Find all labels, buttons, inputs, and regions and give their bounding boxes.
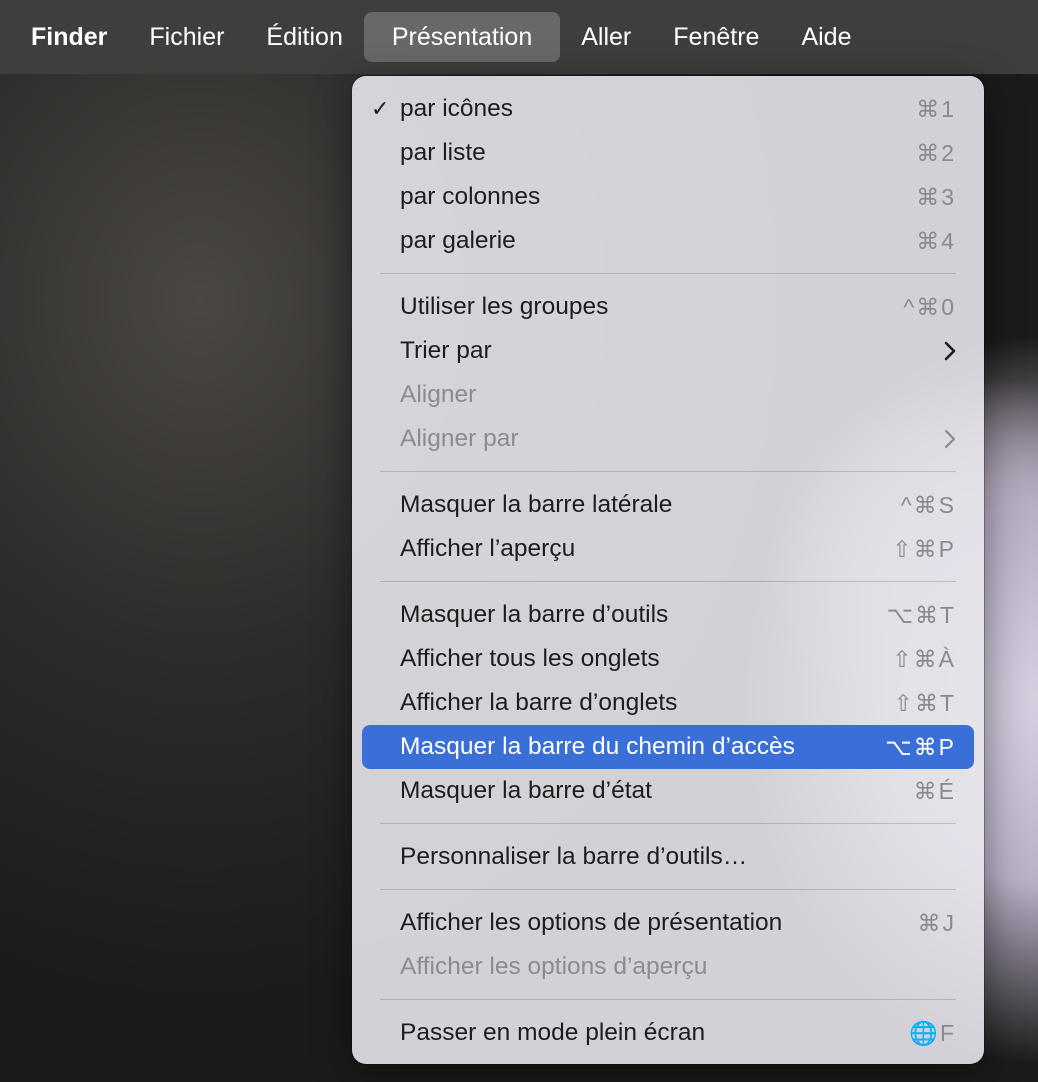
menu-item-label: Personnaliser la barre d’outils…	[400, 843, 748, 870]
menu-item-par-icones[interactable]: ✓ par icônes ⌘1	[362, 87, 974, 131]
menu-item-label: par galerie	[400, 227, 516, 254]
menu-item-label: Afficher la barre d’onglets	[400, 689, 678, 716]
menu-separator	[380, 273, 956, 274]
menu-item-afficher-apercu[interactable]: Afficher l’aperçu ⇧⌘P	[362, 527, 974, 571]
menu-separator	[380, 823, 956, 824]
menu-item-label: Afficher l’aperçu	[400, 535, 576, 562]
menu-bar: Finder Fichier Édition Présentation Alle…	[0, 0, 1038, 74]
menu-item-label: Masquer la barre d’état	[400, 777, 652, 804]
menu-item-label: Aligner	[400, 381, 477, 408]
menu-item-shortcut: ⌘2	[916, 139, 956, 166]
menu-item-personnaliser-barre-outils[interactable]: Personnaliser la barre d’outils…	[362, 835, 974, 879]
menu-separator	[380, 471, 956, 472]
menu-item-shortcut: ⌘J	[917, 909, 956, 936]
menu-item-label: Trier par	[400, 337, 492, 364]
menu-item-shortcut: 🌐F	[909, 1019, 956, 1046]
menubar-fenetre[interactable]: Fenêtre	[652, 12, 780, 62]
menu-item-aligner: Aligner	[362, 373, 974, 417]
menu-item-label: Afficher les options de présentation	[400, 909, 783, 936]
menu-item-shortcut: ⌘4	[916, 227, 956, 254]
menu-item-label: Aligner par	[400, 425, 519, 452]
menubar-aide[interactable]: Aide	[780, 12, 872, 62]
menu-item-label: Masquer la barre du chemin d’accès	[400, 733, 795, 760]
menu-item-masquer-barre-chemin-acces[interactable]: Masquer la barre du chemin d’accès ⌥⌘P	[362, 725, 974, 769]
menu-item-label: Utiliser les groupes	[400, 293, 609, 320]
menu-item-label: Passer en mode plein écran	[400, 1019, 706, 1046]
menu-item-aligner-par: Aligner par	[362, 417, 974, 461]
menubar-finder[interactable]: Finder	[10, 12, 128, 62]
menubar-presentation[interactable]: Présentation	[363, 12, 561, 62]
menu-separator	[380, 889, 956, 890]
menu-item-options-presentation[interactable]: Afficher les options de présentation ⌘J	[362, 901, 974, 945]
menu-item-trier-par[interactable]: Trier par	[362, 329, 974, 373]
menu-item-masquer-barre-etat[interactable]: Masquer la barre d’état ⌘É	[362, 769, 974, 813]
menu-item-shortcut: ⇧⌘T	[893, 689, 956, 716]
menu-item-afficher-tous-les-onglets[interactable]: Afficher tous les onglets ⇧⌘À	[362, 637, 974, 681]
menu-item-label: Masquer la barre latérale	[400, 491, 673, 518]
menu-item-shortcut: ⌘1	[916, 95, 956, 122]
menu-item-shortcut: ⌘É	[913, 777, 956, 804]
menu-item-label: Masquer la barre d’outils	[400, 601, 669, 628]
menu-item-options-apercu: Afficher les options d’aperçu	[362, 945, 974, 989]
menu-separator	[380, 999, 956, 1000]
chevron-right-icon	[944, 417, 956, 461]
menu-item-shortcut: ⌘3	[916, 183, 956, 210]
menubar-edition[interactable]: Édition	[245, 12, 363, 62]
menu-item-label: par icônes	[400, 95, 514, 122]
menubar-aller[interactable]: Aller	[560, 12, 652, 62]
menu-item-plein-ecran[interactable]: Passer en mode plein écran 🌐F	[362, 1011, 974, 1055]
menu-item-shortcut: ⇧⌘P	[892, 535, 956, 562]
menu-item-par-galerie[interactable]: par galerie ⌘4	[362, 219, 974, 263]
menu-item-afficher-barre-onglets[interactable]: Afficher la barre d’onglets ⇧⌘T	[362, 681, 974, 725]
menu-item-label: Afficher les options d’aperçu	[400, 953, 708, 980]
menu-item-shortcut: ⌥⌘T	[886, 601, 956, 628]
menu-item-masquer-barre-outils[interactable]: Masquer la barre d’outils ⌥⌘T	[362, 593, 974, 637]
menu-item-shortcut: ^⌘0	[903, 293, 956, 320]
menu-separator	[380, 581, 956, 582]
menu-item-utiliser-les-groupes[interactable]: Utiliser les groupes ^⌘0	[362, 285, 974, 329]
presentation-menu: ✓ par icônes ⌘1 par liste ⌘2 par colonne…	[352, 76, 984, 1064]
menu-item-shortcut: ⌥⌘P	[885, 733, 956, 760]
menu-item-label: par liste	[400, 139, 486, 166]
menubar-fichier[interactable]: Fichier	[128, 12, 245, 62]
menu-item-shortcut: ^⌘S	[900, 491, 956, 518]
menu-item-label: par colonnes	[400, 183, 541, 210]
menu-item-par-liste[interactable]: par liste ⌘2	[362, 131, 974, 175]
chevron-right-icon	[944, 329, 956, 373]
menu-item-par-colonnes[interactable]: par colonnes ⌘3	[362, 175, 974, 219]
menu-item-label: Afficher tous les onglets	[400, 645, 660, 672]
menu-item-shortcut: ⇧⌘À	[892, 645, 956, 672]
checkmark-icon: ✓	[371, 96, 390, 121]
menu-item-masquer-barre-laterale[interactable]: Masquer la barre latérale ^⌘S	[362, 483, 974, 527]
